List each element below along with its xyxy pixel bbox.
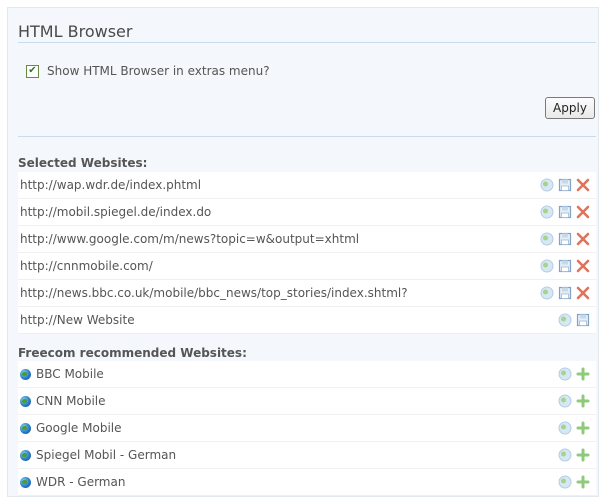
save-icon[interactable]: [576, 313, 590, 327]
selected-websites-list: http://wap.wdr.de/index.phtml http://mobi…: [18, 172, 596, 334]
selected-websites-heading: Selected Websites:: [18, 156, 596, 173]
section-divider: [18, 136, 596, 137]
add-icon[interactable]: [576, 394, 590, 408]
website-url: http://cnnmobile.com/: [20, 259, 153, 273]
recommended-website-row[interactable]: BBC Mobile: [18, 361, 596, 388]
website-name: CNN Mobile: [36, 394, 106, 408]
globe-icon[interactable]: [540, 178, 554, 192]
row-actions: [554, 415, 590, 441]
add-icon[interactable]: [576, 421, 590, 435]
add-icon[interactable]: [576, 448, 590, 462]
row-actions: [554, 361, 590, 387]
globe-icon[interactable]: [558, 394, 572, 408]
save-icon[interactable]: [558, 259, 572, 273]
delete-icon[interactable]: [576, 232, 590, 246]
selected-website-row[interactable]: http://New Website: [18, 307, 596, 334]
globe-icon[interactable]: [558, 475, 572, 489]
globe-icon: [20, 422, 31, 434]
row-actions: [536, 172, 590, 198]
apply-button[interactable]: Apply: [545, 97, 595, 119]
recommended-website-row[interactable]: Google Mobile: [18, 415, 596, 442]
recommended-website-row[interactable]: WDR - German: [18, 469, 596, 496]
add-icon[interactable]: [576, 367, 590, 381]
row-actions: [554, 307, 590, 333]
globe-icon[interactable]: [540, 232, 554, 246]
save-icon[interactable]: [558, 205, 572, 219]
selected-website-row[interactable]: http://www.google.com/m/news?topic=w&out…: [18, 226, 596, 253]
website-url: http://New Website: [20, 313, 135, 327]
website-url: http://www.google.com/m/news?topic=w&out…: [20, 232, 360, 246]
website-url: http://news.bbc.co.uk/mobile/bbc_news/to…: [20, 286, 408, 300]
recommended-website-row[interactable]: Spiegel Mobil - German: [18, 442, 596, 469]
delete-icon[interactable]: [576, 178, 590, 192]
globe-icon: [20, 449, 31, 461]
row-actions: [536, 226, 590, 252]
website-name: Google Mobile: [36, 421, 122, 435]
row-actions: [536, 253, 590, 279]
globe-icon[interactable]: [558, 421, 572, 435]
selected-website-row[interactable]: http://wap.wdr.de/index.phtml: [18, 172, 596, 199]
website-url: http://mobil.spiegel.de/index.do: [20, 205, 212, 219]
website-url: http://wap.wdr.de/index.phtml: [20, 178, 202, 192]
website-name: Spiegel Mobil - German: [36, 448, 177, 462]
row-actions: [536, 199, 590, 225]
extras-menu-option: ✔ Show HTML Browser in extras menu?: [26, 64, 270, 78]
selected-website-row[interactable]: http://news.bbc.co.uk/mobile/bbc_news/to…: [18, 280, 596, 307]
delete-icon[interactable]: [576, 205, 590, 219]
website-name: WDR - German: [36, 475, 126, 489]
extras-menu-checkbox[interactable]: ✔: [26, 64, 39, 78]
delete-icon[interactable]: [576, 286, 590, 300]
row-actions: [554, 442, 590, 468]
recommended-website-row[interactable]: CNN Mobile: [18, 388, 596, 415]
website-name: BBC Mobile: [36, 367, 104, 381]
globe-icon: [20, 395, 31, 407]
save-icon[interactable]: [558, 286, 572, 300]
save-icon[interactable]: [558, 178, 572, 192]
globe-icon: [20, 476, 31, 488]
save-icon[interactable]: [558, 232, 572, 246]
globe-icon: [20, 368, 31, 380]
globe-icon[interactable]: [540, 205, 554, 219]
delete-icon[interactable]: [576, 259, 590, 273]
globe-icon[interactable]: [540, 286, 554, 300]
add-icon[interactable]: [576, 475, 590, 489]
selected-website-row[interactable]: http://mobil.spiegel.de/index.do: [18, 199, 596, 226]
extras-menu-label: Show HTML Browser in extras menu?: [47, 64, 270, 78]
row-actions: [554, 388, 590, 414]
html-browser-panel: HTML Browser ✔ Show HTML Browser in extr…: [7, 7, 599, 497]
globe-icon[interactable]: [558, 313, 572, 327]
recommended-websites-list: BBC Mobile CNN Mobile Google Mobile Spiegel…: [18, 361, 596, 496]
globe-icon[interactable]: [540, 259, 554, 273]
check-icon: ✔: [28, 65, 37, 76]
globe-icon[interactable]: [558, 367, 572, 381]
title-divider: [18, 42, 596, 43]
row-actions: [554, 469, 590, 495]
globe-icon[interactable]: [558, 448, 572, 462]
selected-website-row[interactable]: http://cnnmobile.com/: [18, 253, 596, 280]
page-title: HTML Browser: [18, 22, 133, 41]
row-actions: [536, 280, 590, 306]
